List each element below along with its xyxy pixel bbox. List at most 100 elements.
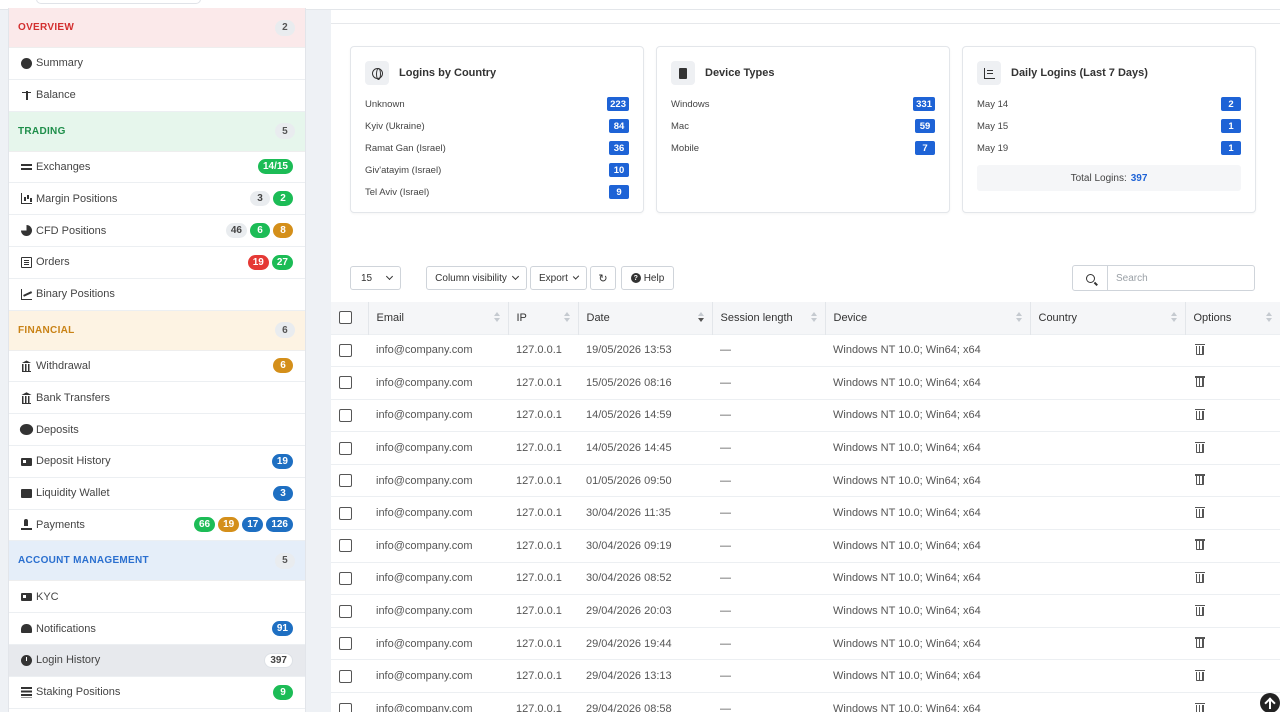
trash-icon[interactable] [1195,473,1205,486]
sidebar-item-cfd-positions[interactable]: CFD Positions 46 6 8 [9,215,305,247]
sidebar-item-balance[interactable]: Balance [9,80,305,112]
row-checkbox[interactable] [339,571,352,585]
row-checkbox[interactable] [339,343,352,357]
cell-device-link[interactable]: Windows NT 10.0; Win64; x64 [825,529,1030,563]
sidebar-item-kyc[interactable]: KYC [9,581,305,614]
column-visibility-button[interactable]: Column visibility [426,266,527,290]
trash-icon[interactable] [1195,408,1205,420]
cell-device-link[interactable]: Windows NT 10.0; Win64; x64 [825,496,1030,530]
select-all-checkbox[interactable] [339,311,352,325]
cell-email: info@company.com [368,366,508,400]
search-button[interactable] [1073,266,1108,290]
cell-device-link[interactable]: Windows NT 10.0; Win64; x64 [825,561,1030,595]
column-date[interactable]: Date [578,302,713,334]
cell-device-link[interactable]: Windows NT 10.0; Win64; x64 [825,431,1030,465]
column-visibility-label: Column visibility [435,272,507,284]
section-account[interactable]: ACCOUNT MANAGEMENT 5 [9,541,305,582]
cell-email: info@company.com [368,659,508,693]
cell-country [1030,398,1185,432]
cell-device-link[interactable]: Windows NT 10.0; Win64; x64 [825,463,1030,497]
trash-icon[interactable] [1195,506,1205,518]
cell-device-link[interactable]: Windows NT 10.0; Win64; x64 [825,333,1030,367]
row-checkbox[interactable] [339,604,352,618]
cell-session-length: — [712,626,825,660]
cell-device-link[interactable]: Windows NT 10.0; Win64; x64 [825,594,1030,628]
section-financial[interactable]: FINANCIAL 6 [9,310,305,351]
stat-count-badge: 9 [609,185,629,199]
sidebar-item-exchanges[interactable]: Exchanges 14/15 [9,152,305,184]
row-checkbox[interactable] [339,506,352,520]
scroll-to-top-button[interactable] [1260,693,1280,712]
count-badge: 2 [273,191,293,207]
trash-icon[interactable] [1195,571,1205,583]
row-checkbox[interactable] [339,408,352,422]
trash-icon[interactable] [1195,636,1205,649]
help-button[interactable]: ? Help [621,266,674,290]
sidebar-item-payments[interactable]: Payments 66 19 17 126 [9,510,305,542]
sidebar-item-withdrawal[interactable]: Withdrawal 6 [9,351,305,383]
cell-device-link[interactable]: Windows NT 10.0; Win64; x64 [825,659,1030,693]
sidebar-item-binary-positions[interactable]: Binary Positions [9,279,305,311]
top-search-pill[interactable] [36,0,201,4]
bar-chart-icon [977,61,1001,85]
cell-device-link[interactable]: Windows NT 10.0; Win64; x64 [825,366,1030,400]
search-input[interactable] [1108,266,1254,290]
row-checkbox[interactable] [339,702,352,712]
trash-icon[interactable] [1195,604,1205,616]
row-checkbox[interactable] [339,637,352,651]
sidebar-item-label: Bank Transfers [36,391,110,404]
stat-label: Kyiv (Ukraine) [365,120,425,132]
sidebar-item-orders[interactable]: Orders 19 27 [9,247,305,279]
cell-email: info@company.com [368,594,508,628]
section-count-badge: 6 [275,322,295,339]
cell-country [1030,529,1185,563]
sidebar-item-summary[interactable]: Summary [9,48,305,80]
column-options[interactable]: Options [1185,302,1280,334]
stat-row: Tel Aviv (Israel) 9 [365,181,629,203]
sidebar-item-staking-positions[interactable]: Staking Positions 9 [9,677,305,709]
trash-icon[interactable] [1195,702,1205,712]
export-button[interactable]: Export [530,266,587,290]
section-overview[interactable]: OVERVIEW 2 [9,8,305,48]
column-country[interactable]: Country [1030,302,1186,334]
section-trading[interactable]: TRADING 5 [9,111,305,152]
sidebar-item-bank-transfers[interactable]: Bank Transfers [9,382,305,415]
sort-icon [1170,312,1177,324]
stat-row: May 19 1 [977,137,1241,159]
cell-date: 29/04/2026 19:44 [578,626,712,660]
row-checkbox[interactable] [339,539,352,553]
refresh-button[interactable]: ↻ [590,266,616,290]
count-badge: 19 [218,517,240,533]
trash-icon[interactable] [1195,441,1205,453]
count-badge: 17 [242,517,264,533]
trash-icon[interactable] [1195,375,1205,388]
sidebar-item-login-history[interactable]: Login History 397 [9,644,305,677]
column-email[interactable]: Email [368,302,509,334]
sidebar-item-margin-positions[interactable]: Margin Positions 32 [9,183,305,216]
sidebar-item-label: Liquidity Wallet [36,487,110,500]
main-header [331,10,1280,24]
sidebar-item-label: KYC [36,590,59,603]
cell-device-link[interactable]: Windows NT 10.0; Win64; x64 [825,398,1030,432]
row-checkbox[interactable] [339,376,352,390]
stat-count-badge: 2 [1221,97,1241,111]
column-device[interactable]: Device [825,302,1031,334]
row-checkbox[interactable] [339,669,352,683]
list-icon [21,256,32,268]
sidebar-item-liquidity-wallet[interactable]: Liquidity Wallet 3 [9,478,305,510]
trash-icon[interactable] [1195,669,1205,681]
sidebar-item-notifications[interactable]: Notifications 91 [9,613,305,645]
row-checkbox[interactable] [339,474,352,488]
sidebar-item-label: Margin Positions [36,192,118,205]
column-session-length[interactable]: Session length [712,302,826,334]
count-badge: 3 [250,191,270,207]
row-checkbox[interactable] [339,441,352,455]
cell-device-link[interactable]: Windows NT 10.0; Win64; x64 [825,692,1030,712]
sidebar-item-deposit-history[interactable]: Deposit History 19 [9,446,305,478]
cell-device-link[interactable]: Windows NT 10.0; Win64; x64 [825,626,1030,660]
page-size-select[interactable]: 15 [350,266,401,290]
column-ip[interactable]: IP [508,302,579,334]
sidebar-item-deposits[interactable]: Deposits [9,414,305,446]
trash-icon[interactable] [1195,538,1205,551]
trash-icon[interactable] [1195,343,1205,355]
